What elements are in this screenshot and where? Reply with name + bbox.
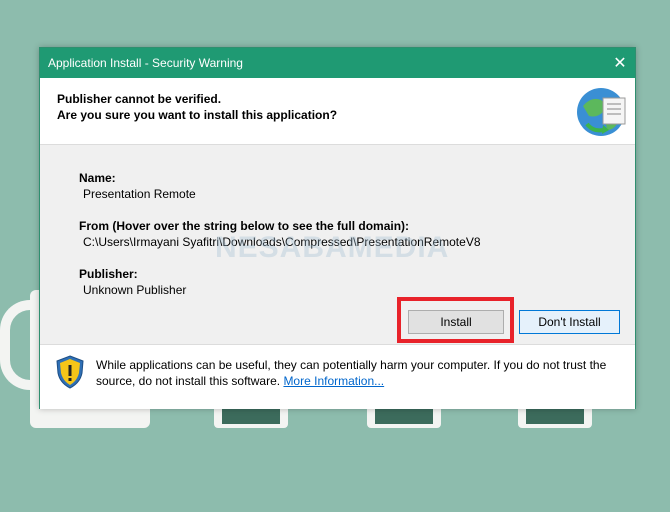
dialog-body: Name: Presentation Remote From (Hover ov… — [40, 145, 635, 322]
name-value: Presentation Remote — [83, 187, 196, 201]
install-button[interactable]: Install — [408, 310, 504, 334]
header-question-text: Are you sure you want to install this ap… — [57, 108, 338, 122]
globe-install-icon — [577, 88, 626, 136]
header-warning-text: Publisher cannot be verified. — [57, 92, 222, 106]
warning-shield-icon — [56, 355, 84, 389]
title-bar[interactable]: Application Install - Security Warning ✕ — [40, 48, 635, 78]
publisher-value: Unknown Publisher — [83, 283, 187, 297]
name-label: Name: — [79, 171, 116, 185]
publisher-label: Publisher: — [79, 267, 138, 281]
dialog-header: Publisher cannot be verified. Are you su… — [40, 78, 635, 145]
watermark: NESABAMEDIA — [215, 231, 450, 264]
dialog-footer: While applications can be useful, they c… — [40, 344, 635, 409]
close-icon[interactable]: ✕ — [605, 48, 635, 78]
footer-warning-text: While applications can be useful, they c… — [96, 357, 626, 389]
dialog-title: Application Install - Security Warning — [48, 56, 243, 70]
dont-install-button[interactable]: Don't Install — [519, 310, 620, 334]
more-information-link[interactable]: More Information... — [283, 374, 384, 388]
security-warning-dialog: Application Install - Security Warning ✕… — [39, 47, 636, 409]
